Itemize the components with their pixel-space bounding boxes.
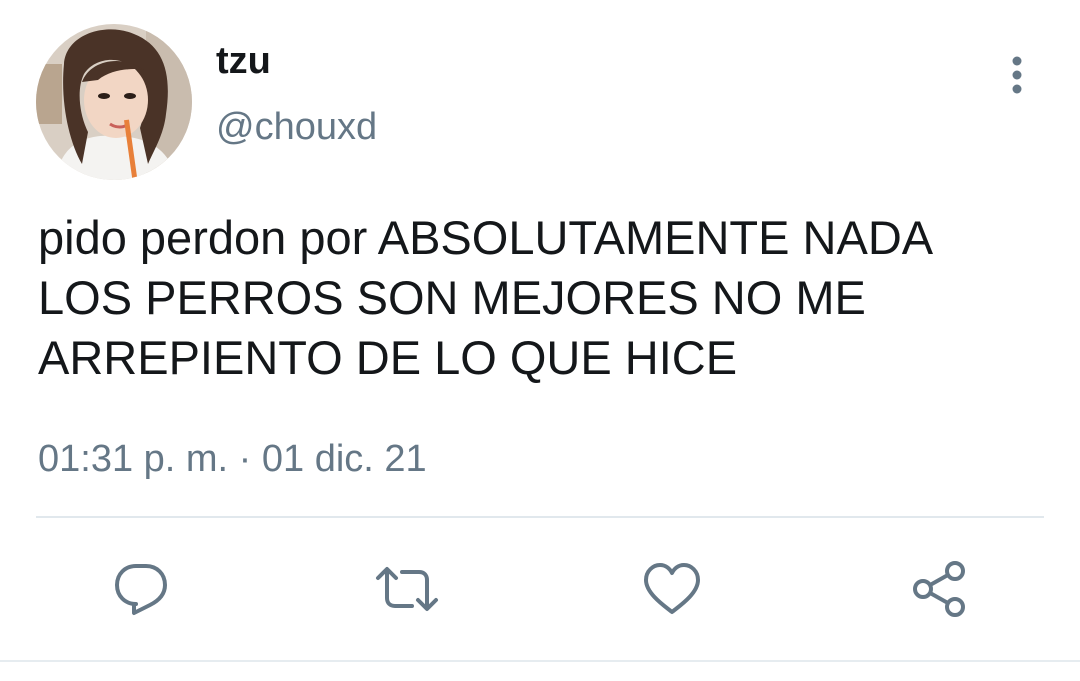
display-name[interactable]: tzu (216, 38, 271, 84)
retweet-icon (376, 567, 438, 611)
more-vertical-icon (1012, 56, 1022, 94)
tweet-text-line: pido perdon por ABSOLUTAMENTE NADA (38, 211, 934, 264)
share-icon (913, 561, 965, 617)
divider (36, 516, 1044, 518)
retweet-button[interactable] (374, 556, 440, 622)
reply-icon (115, 564, 167, 615)
tweet-text-line: LOS PERROS SON MEJORES NO ME (38, 271, 866, 324)
heart-icon (644, 563, 700, 614)
avatar[interactable] (36, 24, 192, 180)
like-button[interactable] (639, 556, 705, 622)
share-button[interactable] (906, 556, 972, 622)
more-options-button[interactable] (994, 50, 1040, 100)
tweet-text-line: ARREPIENTO DE LO QUE HICE (38, 331, 738, 384)
tweet-text: pido perdon por ABSOLUTAMENTE NADA LOS P… (38, 208, 1048, 388)
user-handle[interactable]: @chouxd (216, 104, 377, 150)
avatar-image (36, 24, 192, 180)
reply-button[interactable] (108, 556, 174, 622)
tweet-timestamp[interactable]: 01:31 p. m. · 01 dic. 21 (38, 436, 427, 482)
bottom-divider (0, 660, 1080, 662)
